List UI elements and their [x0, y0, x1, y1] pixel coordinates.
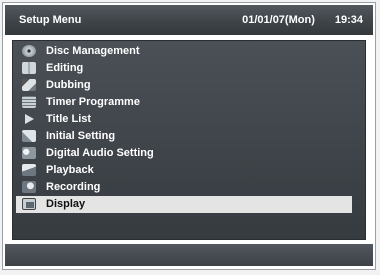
playback-icon — [22, 164, 36, 177]
menu-item-initial-setting[interactable]: Initial Setting — [16, 127, 352, 144]
menu-item-label: Playback — [46, 164, 94, 177]
menu-item-label: Disc Management — [46, 44, 140, 57]
disc-icon — [22, 44, 36, 57]
setup-menu-list: Disc Management Editing Dubbing Timer Pr… — [16, 42, 352, 213]
menu-item-label: Initial Setting — [46, 129, 116, 142]
menu-header: Setup Menu 01/01/07(Mon) 19:34 — [5, 5, 373, 35]
menu-item-disc-management[interactable]: Disc Management — [16, 42, 352, 59]
menu-item-label: Recording — [46, 181, 101, 194]
play-icon — [22, 113, 36, 125]
date-display: 01/01/07(Mon) — [242, 14, 315, 26]
timer-icon — [22, 95, 36, 108]
initial-setting-icon — [22, 129, 36, 142]
menu-item-recording[interactable]: Recording — [16, 179, 352, 196]
menu-item-display[interactable]: Display — [16, 195, 352, 213]
recording-icon — [22, 181, 36, 194]
menu-item-timer-programme[interactable]: Timer Programme — [16, 93, 352, 110]
menu-item-label: Dubbing — [46, 78, 91, 91]
menu-item-label: Display — [46, 198, 86, 211]
menu-item-label: Title List — [46, 112, 92, 125]
time-display: 19:34 — [334, 14, 363, 26]
menu-item-label: Editing — [46, 61, 84, 74]
menu-item-label: Timer Programme — [46, 95, 140, 108]
page-title: Setup Menu — [19, 14, 82, 26]
menu-item-digital-audio-setting[interactable]: Digital Audio Setting — [16, 145, 352, 162]
menu-item-playback[interactable]: Playback — [16, 162, 352, 179]
dubbing-icon — [22, 78, 36, 91]
editing-icon — [22, 61, 36, 74]
menu-item-dubbing[interactable]: Dubbing — [16, 76, 352, 93]
menu-item-editing[interactable]: Editing — [16, 59, 352, 76]
menu-item-label: Digital Audio Setting — [46, 147, 154, 160]
display-icon — [22, 198, 36, 211]
menu-item-title-list[interactable]: Title List — [16, 110, 352, 127]
audio-icon — [22, 147, 36, 160]
menu-footer — [5, 244, 373, 266]
